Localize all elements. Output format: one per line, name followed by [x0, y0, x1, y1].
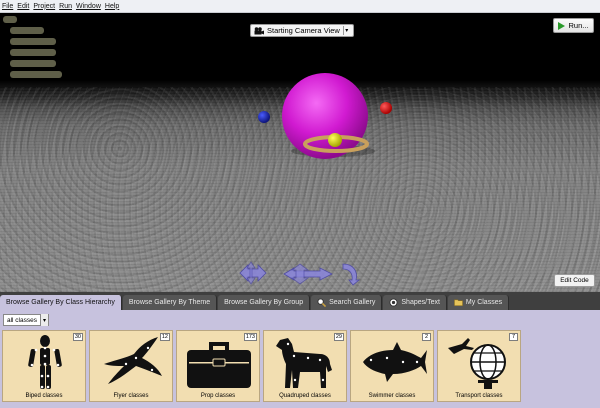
biped-icon	[28, 335, 62, 389]
yellow-sphere[interactable]	[328, 133, 342, 147]
edit-code-label: Edit Code	[560, 277, 589, 284]
menu-project[interactable]: Project	[33, 3, 55, 10]
folder-icon	[454, 299, 463, 306]
tile-label: Flyer classes	[113, 393, 149, 399]
tab-label: Browse Gallery By Theme	[128, 299, 211, 306]
gallery-tile-biped[interactable]: 30 Biped classes	[2, 330, 86, 402]
flyer-icon	[104, 337, 162, 384]
gallery-tile-transport[interactable]: 7 Transport classes	[437, 330, 521, 402]
red-sphere[interactable]	[380, 102, 392, 114]
scene-view[interactable]: Starting Camera View ▾ Run... Edit Code	[0, 13, 600, 292]
tab-group[interactable]: Browse Gallery By Group	[218, 295, 311, 310]
gallery-panel: all classes ▾ 30 Biped classes 12 Flyer …	[0, 310, 600, 408]
quadruped-icon	[276, 338, 332, 388]
gallery-tile-prop[interactable]: 173 Prop classes	[176, 330, 260, 402]
tile-label: Quadruped classes	[279, 393, 331, 399]
camera-navigation-arrows[interactable]	[238, 260, 363, 286]
toolbox-icon	[187, 342, 251, 388]
chevron-down-icon: ▾	[39, 314, 48, 326]
gallery-tabs: Browse Gallery By Class Hierarchy Browse…	[0, 292, 600, 310]
turn-arrows-icon	[239, 261, 267, 285]
class-filter-value: all classes	[7, 316, 37, 324]
edit-code-button[interactable]: Edit Code	[554, 274, 595, 287]
tile-label: Prop classes	[200, 393, 236, 399]
globe-transport-icon	[448, 338, 506, 389]
menu-bar: File Edit Project Run Window Help	[0, 0, 600, 13]
tab-shapes-text[interactable]: Shapes/Text	[383, 295, 447, 310]
class-filter-select[interactable]: all classes ▾	[3, 314, 49, 326]
search-icon	[317, 298, 327, 307]
tab-label: My Classes	[465, 299, 503, 306]
tab-class-hierarchy[interactable]: Browse Gallery By Class Hierarchy	[0, 295, 122, 310]
menu-edit[interactable]: Edit	[17, 3, 29, 10]
tab-label: Browse Gallery By Group	[224, 299, 304, 306]
tab-label: Search Gallery	[329, 299, 376, 306]
move-arrows-icon	[283, 263, 333, 285]
rotate-arrows-icon	[342, 263, 361, 286]
menu-help[interactable]: Help	[105, 3, 119, 10]
tab-label: Shapes/Text	[401, 299, 440, 306]
tab-label: Browse Gallery By Class Hierarchy	[6, 299, 115, 306]
menu-run[interactable]: Run	[59, 3, 72, 10]
tile-label: Transport classes	[455, 393, 503, 399]
gallery-tile-swimmer[interactable]: 2 Swimmer classes	[350, 330, 434, 402]
tab-search-gallery[interactable]: Search Gallery	[311, 295, 383, 310]
tile-label: Biped classes	[25, 393, 63, 399]
tile-label: Swimmer classes	[368, 393, 416, 399]
blue-sphere[interactable]	[258, 111, 270, 123]
menu-file[interactable]: File	[2, 3, 13, 10]
swimmer-icon	[363, 342, 427, 382]
big-pink-sphere[interactable]	[282, 73, 368, 159]
menu-window[interactable]: Window	[76, 3, 101, 10]
gallery-tile-flyer[interactable]: 12 Flyer classes	[89, 330, 173, 402]
shapes-icon	[389, 298, 398, 307]
gallery-tile-quadruped[interactable]: 29 Quadruped classes	[263, 330, 347, 402]
scene-objects	[258, 73, 392, 159]
tab-my-classes[interactable]: My Classes	[447, 295, 510, 310]
tab-theme[interactable]: Browse Gallery By Theme	[122, 295, 218, 310]
